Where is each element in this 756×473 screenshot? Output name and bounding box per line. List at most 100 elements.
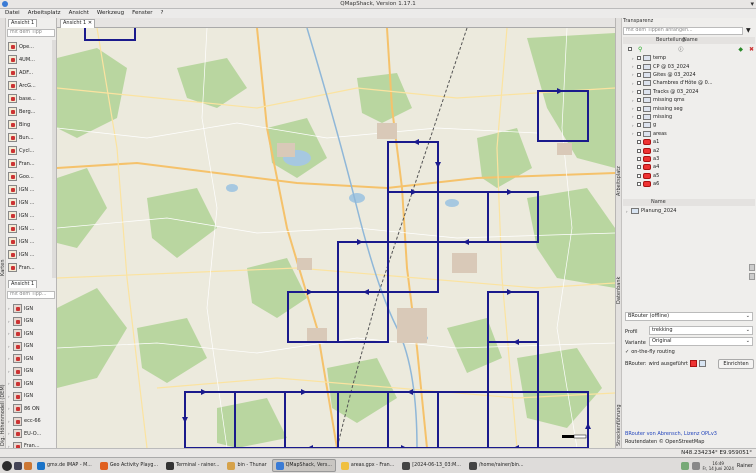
visibility-checkbox[interactable] [637,182,641,187]
task-item[interactable]: [2024-06-13_03:M... [399,459,464,472]
db-item[interactable]: › Planung_2024 [626,207,749,215]
clock[interactable]: 16:49 Fr, 14 Juni 2024 [703,461,734,471]
workspace-filter-input[interactable]: mit dem Tippen anfangen... [623,27,743,35]
scroll-up-button[interactable] [749,264,755,271]
close-tab-icon[interactable]: ✕ [88,20,92,26]
stop-icon[interactable] [690,360,698,367]
workspace-dock-tab[interactable]: Arbeitsplatz [616,18,622,198]
dem-list-item[interactable]: › EU-O... [8,427,52,440]
expand-arrow-icon[interactable]: › [8,406,11,411]
workspace-project-item[interactable]: › areas [632,130,755,138]
task-item-active[interactable]: QMapShack, Vers... [271,459,336,472]
visibility-checkbox[interactable] [637,131,641,136]
brouter-credits-link[interactable]: BRouter von Abrensch, Lizenz OPLv3 [625,431,717,437]
expand-arrow-icon[interactable]: › [8,344,11,349]
map-list-item[interactable]: IGN ... [8,196,52,209]
close-window-icon[interactable]: ▾ [750,0,754,8]
checkmark-icon[interactable]: ✓ [625,349,629,355]
workspace-project-item[interactable]: › missing qms [632,96,755,104]
expand-arrow-icon[interactable]: › [632,56,635,61]
expand-arrow-icon[interactable]: › [626,209,629,214]
console-icon[interactable] [699,360,707,367]
task-item[interactable]: /home/rainer/bin... [466,459,527,472]
workspace-project-item[interactable]: › Tracks @ 03_2024 [632,88,755,96]
map-list-item[interactable]: 4UM... [8,53,52,66]
workspace-project-item[interactable]: a5 [632,172,755,180]
map-list-item[interactable]: base... [8,92,52,105]
maps-scrollbar[interactable] [52,40,56,278]
start-menu-icon[interactable] [2,460,12,471]
map-list-item[interactable]: Bing [8,118,52,131]
task-item[interactable]: Geo Activity Playg... [97,459,161,472]
expand-arrow-icon[interactable]: › [8,369,11,374]
workspace-project-item[interactable]: › missing [632,113,755,121]
workspace-project-item[interactable]: › temp [632,54,755,62]
dem-dock-tab[interactable]: Dig. Höhenmodell (DEM) [0,280,6,448]
dem-list-item[interactable]: › IGN [8,302,52,315]
visibility-checkbox[interactable] [637,140,641,145]
map-list-item[interactable]: IGN ... [8,209,52,222]
variant-select[interactable]: Original ⌄ [649,337,753,346]
map-list-item[interactable]: Fran... [8,261,52,274]
database-dock-tab[interactable]: Datenbank [616,198,622,306]
expand-arrow-icon[interactable]: › [632,123,635,128]
header-checkbox[interactable] [628,47,632,51]
map-list-item[interactable]: Bun... [8,131,52,144]
workspace-project-item[interactable]: › missing seg [632,104,755,112]
maps-filter-input[interactable]: mit dem Tipp [7,29,55,37]
task-item[interactable]: areas.gpx - Fran... [338,459,397,472]
visibility-checkbox[interactable] [637,114,641,119]
task-item[interactable]: gmx.de IMAP - M... [34,459,95,472]
dem-view-tab[interactable]: Ansicht 1 [8,280,38,288]
dem-list-item[interactable]: › IGN [8,340,52,353]
dem-list-item[interactable]: › IGN [8,315,52,328]
files-launcher-icon[interactable] [24,461,32,470]
dem-list-item[interactable]: › IGN [8,352,52,365]
task-item[interactable]: Terminal - rainer... [163,459,222,472]
map-list-item[interactable]: IGN ... [8,222,52,235]
expand-arrow-icon[interactable]: › [632,81,635,86]
visibility-checkbox[interactable] [637,81,641,86]
workspace-project-item[interactable]: › CP @ 03_2024 [632,62,755,70]
setup-button[interactable]: Einrichten [718,359,754,369]
visibility-checkbox[interactable] [637,123,641,128]
menu-arbeitsplatz[interactable]: Arbeitsplatz [27,9,62,18]
filter-funnel-icon[interactable]: ▼ [746,27,751,34]
visibility-checkbox[interactable] [637,56,641,61]
visibility-checkbox[interactable] [637,165,641,170]
map-svg[interactable] [57,28,615,448]
map-list-item[interactable]: ADF... [8,66,52,79]
maps-dock-tab[interactable]: Karten [0,18,6,280]
visibility-checkbox[interactable] [637,156,641,161]
expand-arrow-icon[interactable]: › [8,331,11,336]
expand-arrow-icon[interactable]: › [632,89,635,94]
dem-list-item[interactable]: › IGN [8,327,52,340]
dem-list-item[interactable]: › ecc-66 [8,415,52,428]
workspace-project-item[interactable]: a6 [632,180,755,188]
workspace-project-item[interactable]: a3 [632,155,755,163]
expand-arrow-icon[interactable]: › [8,394,11,399]
visibility-checkbox[interactable] [637,173,641,178]
user-name[interactable]: Rainer [737,463,753,469]
profile-select[interactable]: trekking ⌄ [649,326,753,335]
expand-arrow-icon[interactable]: › [8,381,11,386]
menu-ansicht[interactable]: Ansicht [68,9,90,18]
workspace-project-item[interactable]: › Chambres d'Hôte @ 0... [632,79,755,87]
map-canvas[interactable] [57,28,615,448]
map-list-item[interactable]: IGN ... [8,183,52,196]
map-list-item[interactable]: IGN ... [8,235,52,248]
map-list-item[interactable]: Fran... [8,157,52,170]
expand-arrow-icon[interactable]: › [632,72,635,77]
workspace-project-item[interactable]: a2 [632,146,755,154]
map-list-item[interactable]: IGN ... [8,248,52,261]
expand-arrow-icon[interactable]: › [632,98,635,103]
visibility-checkbox[interactable] [637,98,641,103]
dem-filter-input[interactable]: mit dem Tipp... [7,291,55,299]
map-list-item[interactable]: Berg... [8,105,52,118]
workspace-project-item[interactable]: a1 [632,138,755,146]
onthefly-checkbox-row[interactable]: ✓ on-the-fly routing [625,349,675,355]
router-select[interactable]: BRouter (offline) ⌄ [625,312,753,321]
expand-arrow-icon[interactable]: › [8,419,11,424]
dem-list-item[interactable]: › IGN [8,390,52,403]
menu-fenster[interactable]: Fenster [131,9,153,18]
